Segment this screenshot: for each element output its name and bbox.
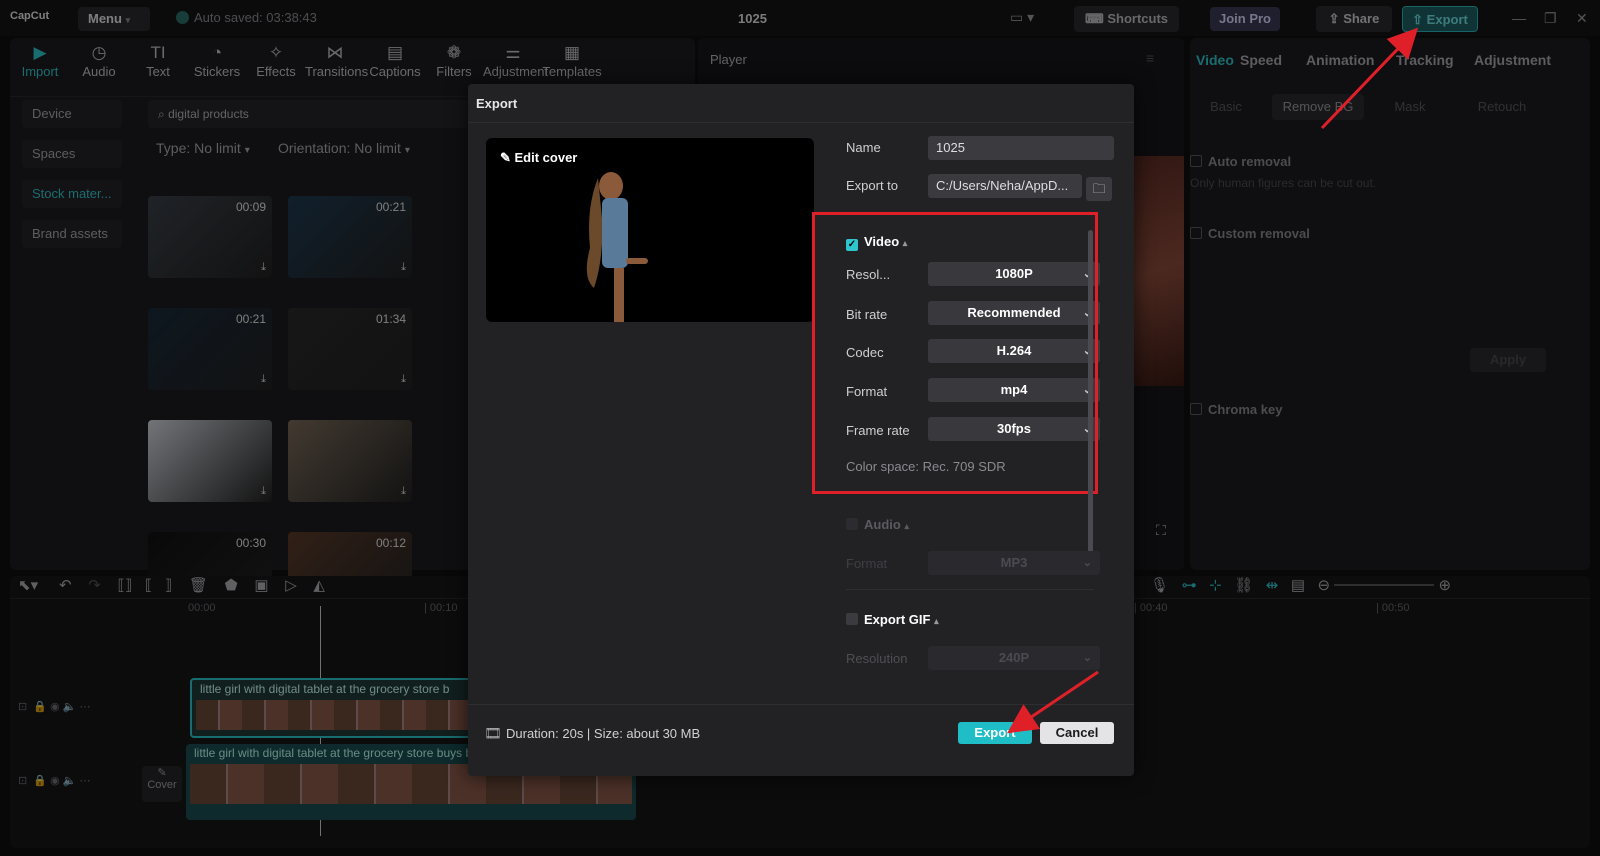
duration-size-info: Duration: 20s | Size: about 30 MB — [506, 726, 701, 741]
dialog-title: Export — [476, 96, 518, 111]
chevron-up-icon: ▴ — [934, 616, 939, 626]
gif-checkbox[interactable] — [846, 613, 858, 625]
audio-section-label: Audio — [864, 517, 901, 532]
footer-divider — [468, 704, 1134, 705]
girl-figure-image — [586, 172, 648, 322]
film-icon: 🎞 — [484, 725, 502, 741]
name-label: Name — [846, 140, 881, 155]
cancel-button[interactable]: Cancel — [1040, 722, 1114, 744]
gif-resolution-value: 240P — [998, 650, 1030, 665]
folder-icon[interactable]: 🗀 — [1086, 177, 1112, 201]
export-dialog: Export ✎ Edit cover Name 1025 Export to … — [468, 84, 1134, 776]
audio-section-header[interactable]: Audio ▴ — [846, 517, 909, 532]
chevron-down-icon: ⌄ — [1082, 652, 1092, 664]
name-input[interactable]: 1025 — [928, 136, 1114, 160]
export-to-label: Export to — [846, 178, 899, 193]
chevron-up-icon: ▴ — [904, 521, 909, 531]
section-divider — [846, 589, 1094, 590]
gif-resolution-label: Resolution — [846, 651, 908, 666]
cover-preview[interactable]: ✎ Edit cover — [486, 138, 814, 322]
export-path-input[interactable]: C:/Users/Neha/AppD... — [928, 174, 1082, 198]
chevron-down-icon: ⌄ — [1082, 557, 1092, 569]
dialog-scrollbar[interactable] — [1088, 230, 1093, 560]
audio-format-label: Format — [846, 556, 888, 571]
gif-resolution-select[interactable]: 240P ⌄ — [928, 646, 1100, 670]
video-settings-highlight — [812, 212, 1098, 494]
gif-section-label: Export GIF — [864, 612, 931, 627]
gif-section-header[interactable]: Export GIF ▴ — [846, 612, 939, 627]
export-button[interactable]: Export — [958, 722, 1032, 744]
audio-format-select[interactable]: MP3 ⌄ — [928, 551, 1100, 575]
audio-format-value: MP3 — [1000, 555, 1028, 570]
audio-checkbox[interactable] — [846, 518, 858, 530]
dialog-divider — [468, 122, 1134, 123]
